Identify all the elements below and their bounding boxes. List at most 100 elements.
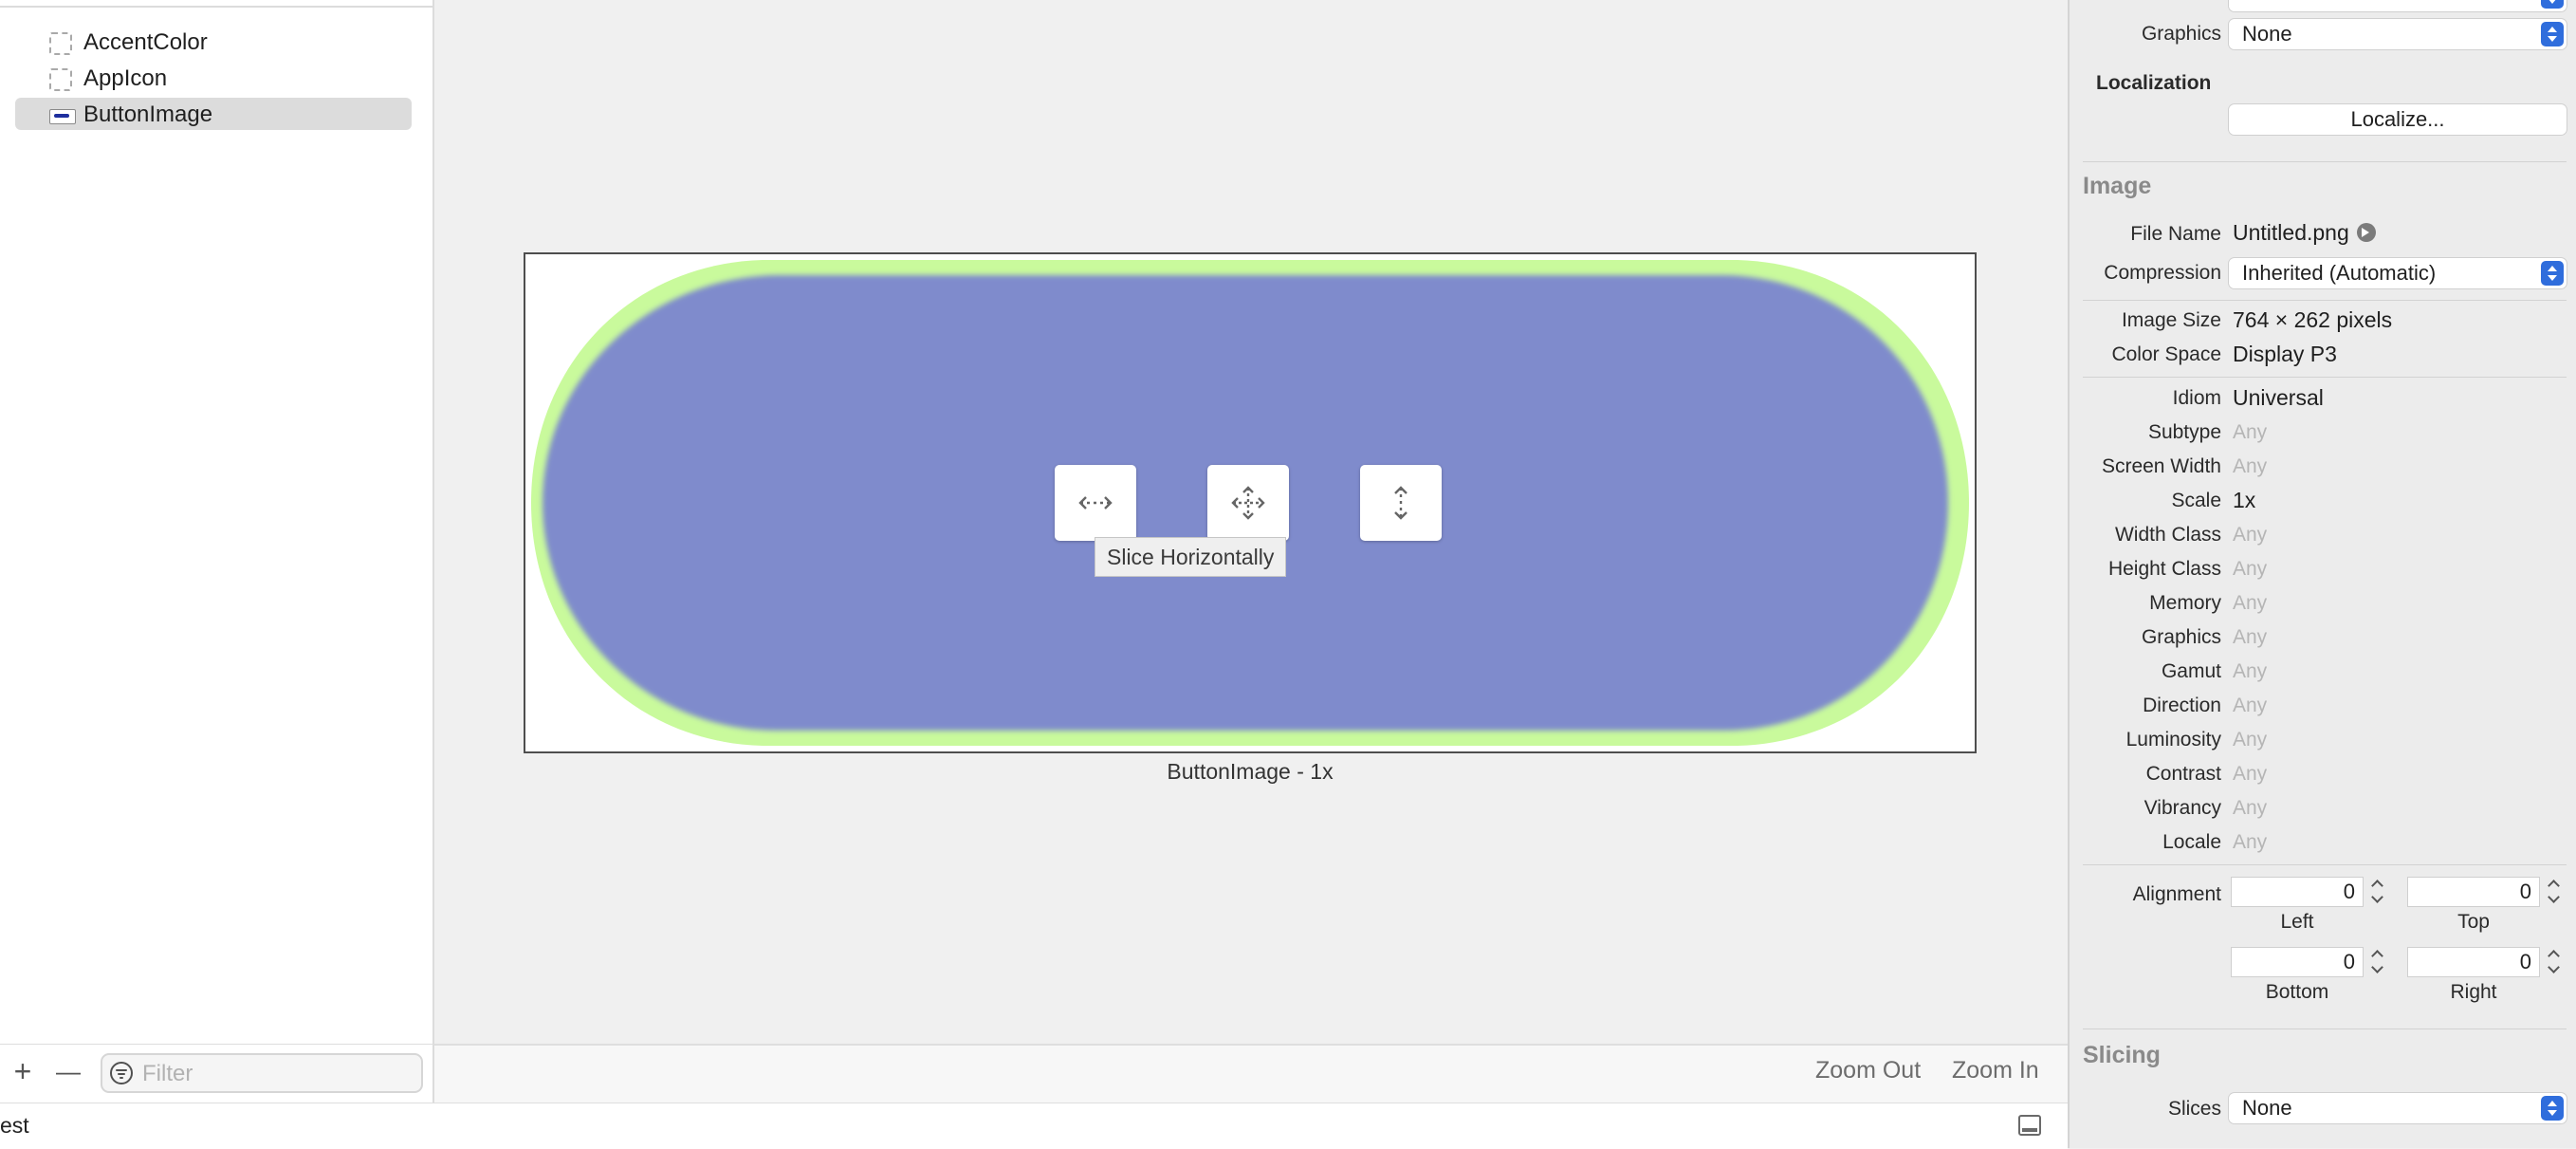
asset-navigator: AccentColor AppIcon ButtonImage [0, 0, 434, 1044]
canvas-bottom-bar: Zoom Out Zoom In [434, 1044, 2068, 1104]
compression-popup[interactable]: Inherited (Automatic) [2229, 258, 2567, 288]
slicing-section-heading: Slicing [2083, 1042, 2161, 1068]
alignment-right-label: Right [2450, 981, 2497, 1003]
width-class-value: Any [2233, 524, 2268, 546]
color-space-label: Color Space [2111, 343, 2221, 365]
popup-arrows-icon [2541, 261, 2564, 286]
locale-value: Any [2233, 831, 2268, 853]
color-space-value: Display P3 [2233, 342, 2337, 366]
status-bar: est [0, 1103, 2068, 1149]
image-size-value: 764 × 262 pixels [2233, 307, 2393, 332]
filter-icon [110, 1062, 133, 1084]
navigator-item-appicon[interactable]: AppIcon [15, 62, 412, 94]
add-asset-button[interactable]: + [6, 1052, 40, 1090]
alignment-label: Alignment [2132, 883, 2221, 905]
luminosity-label: Luminosity [2125, 729, 2221, 751]
screen-width-label: Screen Width [2101, 455, 2221, 477]
slices-popup-value: None [2242, 1096, 2292, 1120]
slice-horizontally-button[interactable] [1055, 465, 1136, 541]
height-class-value: Any [2233, 558, 2268, 580]
alignment-left-stepper[interactable] [2369, 877, 2386, 907]
screen-width-value: Any [2233, 455, 2268, 477]
compression-popup-value: Inherited (Automatic) [2242, 261, 2437, 285]
scale-label: Scale [2171, 490, 2221, 511]
tooltip: Slice Horizontally [1095, 537, 1287, 577]
alignment-bottom-field[interactable]: 0 [2231, 947, 2364, 977]
zoom-out-button[interactable]: Zoom Out [1815, 1057, 1921, 1084]
alignment-bottom-stepper[interactable] [2369, 947, 2386, 977]
idiom-value: Universal [2233, 385, 2324, 410]
section-divider [2083, 300, 2567, 301]
direction-value: Any [2233, 695, 2268, 716]
image-size-label: Image Size [2121, 309, 2221, 331]
image-section-heading: Image [2083, 173, 2152, 199]
gamut-label: Gamut [2161, 660, 2221, 682]
memory-label: Memory [2149, 592, 2221, 614]
alignment-bottom-label: Bottom [2265, 981, 2329, 1003]
graphics-popup-value: None [2242, 22, 2292, 46]
subtype-value: Any [2233, 421, 2268, 443]
alignment-right-stepper[interactable] [2546, 947, 2563, 977]
gamut-value: Any [2233, 660, 2268, 682]
navigator-item-accentcolor[interactable]: AccentColor [15, 26, 412, 58]
alignment-left-label: Left [2280, 911, 2314, 933]
slice-vertically-icon [1394, 486, 1408, 520]
slice-vertically-button[interactable] [1360, 465, 1442, 541]
width-class-label: Width Class [2114, 524, 2221, 546]
navigator-top-divider [0, 0, 432, 8]
scale-value: 1x [2233, 488, 2256, 512]
popup-arrows-icon [2541, 22, 2564, 46]
alignment-left-field[interactable]: 0 [2231, 877, 2364, 907]
alignment-top-field[interactable]: 0 [2407, 877, 2540, 907]
file-name-text: Untitled.png [2233, 220, 2349, 245]
app-icon-set-icon [49, 68, 72, 91]
slices-popup[interactable]: None [2229, 1093, 2567, 1123]
filter-placeholder: Filter [142, 1061, 193, 1086]
section-divider [2083, 161, 2567, 162]
popup-arrows-icon [2541, 0, 2564, 9]
slice-horizontally-icon [1078, 496, 1113, 510]
memory-value: Any [2233, 592, 2268, 614]
remove-asset-button[interactable]: — [51, 1052, 85, 1090]
file-name-value[interactable]: Untitled.png [2233, 220, 2376, 246]
compression-label: Compression [2104, 262, 2221, 284]
direction-label: Direction [2143, 695, 2221, 716]
top-clipped-popup[interactable] [2229, 0, 2567, 11]
vibrancy-label: Vibrancy [2144, 797, 2221, 819]
localize-button[interactable]: Localize... [2229, 104, 2567, 135]
subtype-label: Subtype [2147, 421, 2221, 443]
reveal-in-finder-icon[interactable] [2356, 223, 2376, 242]
locale-label: Locale [2162, 831, 2221, 853]
slice-both-button[interactable] [1207, 465, 1289, 541]
graphics-popup[interactable]: None [2229, 19, 2567, 49]
image-caption: ButtonImage - 1x [1167, 759, 1334, 784]
graphics-requirement-label: Graphics [2141, 626, 2221, 648]
navigator-item-label: AppIcon [83, 65, 168, 91]
alignment-top-label: Top [2457, 911, 2490, 933]
alignment-right-field[interactable]: 0 [2407, 947, 2540, 977]
section-divider [2083, 864, 2567, 865]
alignment-top-stepper[interactable] [2546, 877, 2563, 907]
color-set-icon [49, 32, 72, 55]
status-text: est [0, 1113, 29, 1138]
zoom-in-button[interactable]: Zoom In [1952, 1057, 2039, 1084]
section-divider [2083, 377, 2567, 378]
vibrancy-value: Any [2233, 797, 2268, 819]
file-name-label: File Name [2130, 223, 2221, 245]
graphics-label: Graphics [2141, 23, 2221, 45]
slice-both-icon [1231, 486, 1265, 520]
slices-label: Slices [2167, 1098, 2221, 1120]
filter-input[interactable]: Filter [101, 1053, 423, 1093]
contrast-label: Contrast [2145, 763, 2221, 785]
navigator-item-label: AccentColor [83, 29, 208, 55]
image-set-icon [49, 104, 76, 127]
toggle-debug-area-icon[interactable] [2018, 1115, 2041, 1136]
navigator-item-label: ButtonImage [83, 102, 213, 127]
idiom-label: Idiom [2172, 387, 2221, 409]
localization-heading: Localization [2096, 72, 2212, 94]
navigator-footer: + — Filter [0, 1044, 434, 1103]
navigator-item-buttonimage[interactable]: ButtonImage [15, 98, 412, 130]
graphics-requirement-value: Any [2233, 626, 2268, 648]
popup-arrows-icon [2541, 1096, 2564, 1121]
contrast-value: Any [2233, 763, 2268, 785]
